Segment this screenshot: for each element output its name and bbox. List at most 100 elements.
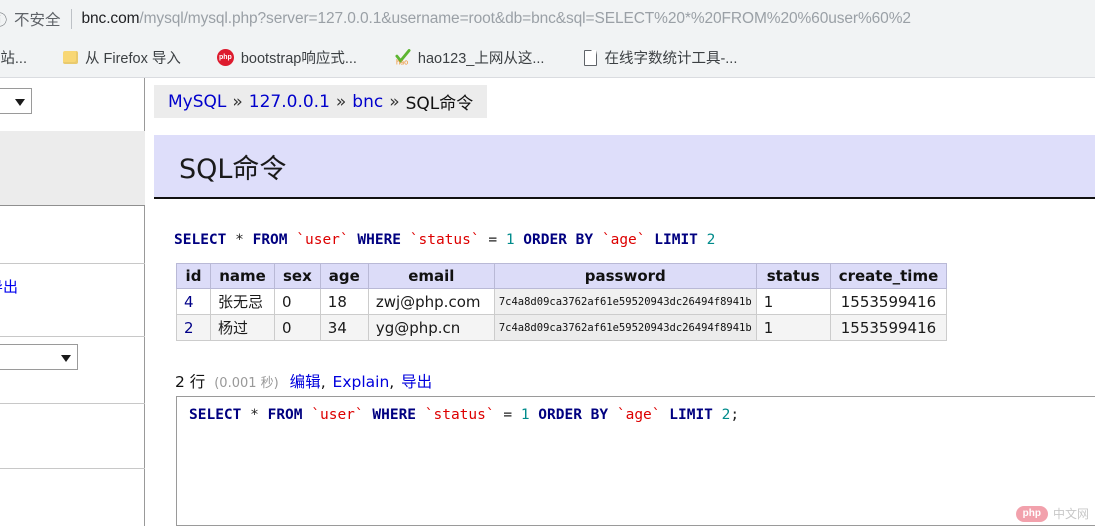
sql-query-editor[interactable]: SELECT * FROM `user` WHERE `status` = 1 …	[176, 396, 1095, 526]
sql-token-9	[401, 232, 410, 248]
sql-token-1	[241, 407, 250, 423]
cell-age: 18	[319, 288, 369, 315]
cell-name: 张无忌	[210, 288, 275, 315]
sql-token-2: *	[235, 232, 244, 248]
page-title-band: SQL命令	[154, 135, 1095, 199]
cell-id: 4	[176, 288, 211, 315]
sql-token-2: *	[250, 407, 259, 423]
sql-token-6: `user`	[296, 232, 349, 248]
sql-token-11: =	[494, 407, 521, 423]
url-text[interactable]: bnc.com/mysql/mysql.php?server=127.0.0.1…	[82, 10, 911, 28]
result-summary: 2 行 (0.001 秒) 编辑, Explain, 导出	[175, 370, 432, 392]
sidebar-divider	[0, 403, 145, 404]
cell-create-time: 1553599416	[829, 288, 948, 315]
sql-token-16: `age`	[616, 407, 661, 423]
sql-token-9	[416, 407, 425, 423]
cell-create-time: 1553599416	[829, 314, 948, 341]
export-link[interactable]: 导出	[401, 373, 432, 391]
chevron-down-icon	[15, 99, 25, 106]
breadcrumb-item-mysql[interactable]: MySQL	[168, 92, 226, 112]
sql-token-13	[515, 232, 524, 248]
cell-sex: 0	[274, 314, 321, 341]
table-row[interactable]: 2 杨过 0 34 yg@php.cn 7c4a8d09ca3762af61e5…	[176, 314, 948, 341]
cell-age: 34	[319, 314, 369, 341]
bookmark-item-2[interactable]: php bootstrap响应式...	[211, 44, 363, 72]
column-header-password[interactable]: password	[493, 263, 757, 289]
sidebar-nav-panel: 导出	[0, 78, 145, 526]
cell-password: 7c4a8d09ca3762af61e59520943dc26494f8941b	[493, 314, 757, 341]
breadcrumb-separator: »	[335, 91, 347, 112]
column-header-age[interactable]: age	[319, 263, 369, 289]
cell-password: 7c4a8d09ca3762af61e59520943dc26494f8941b	[493, 288, 757, 315]
database-select[interactable]	[0, 344, 78, 370]
explain-link[interactable]: Explain	[333, 373, 390, 391]
bookmark-label: bootstrap响应式...	[240, 51, 357, 67]
bookmark-item-1[interactable]: 从 Firefox 导入	[57, 44, 187, 72]
sql-token-16: `age`	[601, 232, 646, 248]
url-path: /mysql/mysql.php?server=127.0.0.1&userna…	[139, 10, 911, 27]
sql-token-21: ;	[730, 407, 740, 423]
sql-token-5	[288, 232, 297, 248]
sql-token-1	[226, 232, 235, 248]
page-title: SQL命令	[179, 153, 287, 185]
sql-token-11: =	[479, 232, 506, 248]
breadcrumb-item-database[interactable]: bnc	[352, 92, 383, 112]
cell-id: 2	[176, 314, 211, 341]
php-logo-icon: php	[1015, 505, 1048, 522]
column-header-email[interactable]: email	[367, 263, 495, 289]
cell-email: yg@php.cn	[367, 314, 495, 341]
sql-token-18: LIMIT	[669, 407, 713, 423]
main-content: MySQL » 127.0.0.1 » bnc » SQL命令 SQL命令 SE…	[146, 78, 1095, 526]
security-status-label[interactable]: 不安全	[14, 8, 61, 30]
sql-token-15	[608, 407, 617, 423]
sql-token-4: FROM	[252, 232, 288, 248]
column-header-id[interactable]: id	[176, 263, 211, 289]
cell-status: 1	[755, 288, 831, 315]
chevron-down-icon	[61, 355, 71, 362]
sql-token-8: WHERE	[357, 232, 402, 248]
watermark: php 中文网	[1015, 505, 1089, 522]
omnibox[interactable]: ⓘ 不安全 bnc.com/mysql/mysql.php?server=127…	[0, 0, 1095, 38]
bookmark-item-4[interactable]: 在线字数统计工具-...	[578, 44, 743, 72]
sql-token-3	[259, 407, 268, 423]
cell-sex: 0	[274, 288, 321, 315]
browser-chrome: ⓘ 不安全 bnc.com/mysql/mysql.php?server=127…	[0, 0, 1095, 78]
sql-token-13	[530, 407, 539, 423]
column-header-create-time[interactable]: create_time	[829, 263, 948, 289]
column-header-name[interactable]: name	[210, 263, 275, 289]
sidebar-export-link[interactable]: 导出	[0, 276, 18, 297]
breadcrumb-item-server[interactable]: 127.0.0.1	[249, 92, 330, 112]
php-icon: php	[216, 49, 234, 66]
column-header-sex[interactable]: sex	[274, 263, 321, 289]
sql-token-3	[244, 232, 253, 248]
sql-token-17	[646, 232, 655, 248]
sql-token-0: SELECT	[189, 407, 242, 423]
sql-echo-line[interactable]: SELECT * FROM `user` WHERE `status` = 1 …	[174, 232, 715, 248]
results-table: id name sex age email password status cr…	[176, 263, 948, 341]
row-count-label: 2 行	[175, 373, 206, 391]
sidebar-divider	[0, 263, 145, 264]
summary-separator: ,	[389, 373, 400, 391]
breadcrumb-separator: »	[232, 91, 243, 112]
table-row[interactable]: 4 张无忌 0 18 zwj@php.com 7c4a8d09ca3762af6…	[176, 288, 948, 315]
sql-token-10: `status`	[424, 407, 495, 423]
sql-token-14: ORDER BY	[523, 232, 594, 248]
breadcrumb-separator: »	[389, 91, 400, 112]
bookmarks-bar[interactable]: 询 - 站... 从 Firefox 导入 php bootstrap响应式..…	[0, 38, 1095, 78]
svg-text:hao: hao	[396, 59, 408, 66]
sidebar-divider	[0, 336, 145, 337]
info-circle-icon[interactable]: ⓘ	[0, 9, 8, 30]
bookmark-label: hao123_上网从这...	[417, 51, 545, 67]
breadcrumb: MySQL » 127.0.0.1 » bnc » SQL命令	[154, 85, 488, 118]
watermark-text: 中文网	[1052, 507, 1089, 521]
bookmark-item-0[interactable]: 询 - 站...	[0, 44, 33, 72]
bookmark-item-3[interactable]: hao hao123_上网从这...	[389, 44, 551, 72]
sql-token-6: `user`	[311, 407, 364, 423]
server-select[interactable]	[0, 88, 32, 114]
bookmark-label: 在线字数统计工具-...	[604, 51, 738, 67]
column-header-status[interactable]: status	[755, 263, 831, 289]
sql-token-14: ORDER BY	[538, 407, 609, 423]
edit-link[interactable]: 编辑	[290, 373, 321, 391]
sql-token-15	[593, 232, 602, 248]
breadcrumb-item-current: SQL命令	[405, 94, 474, 114]
